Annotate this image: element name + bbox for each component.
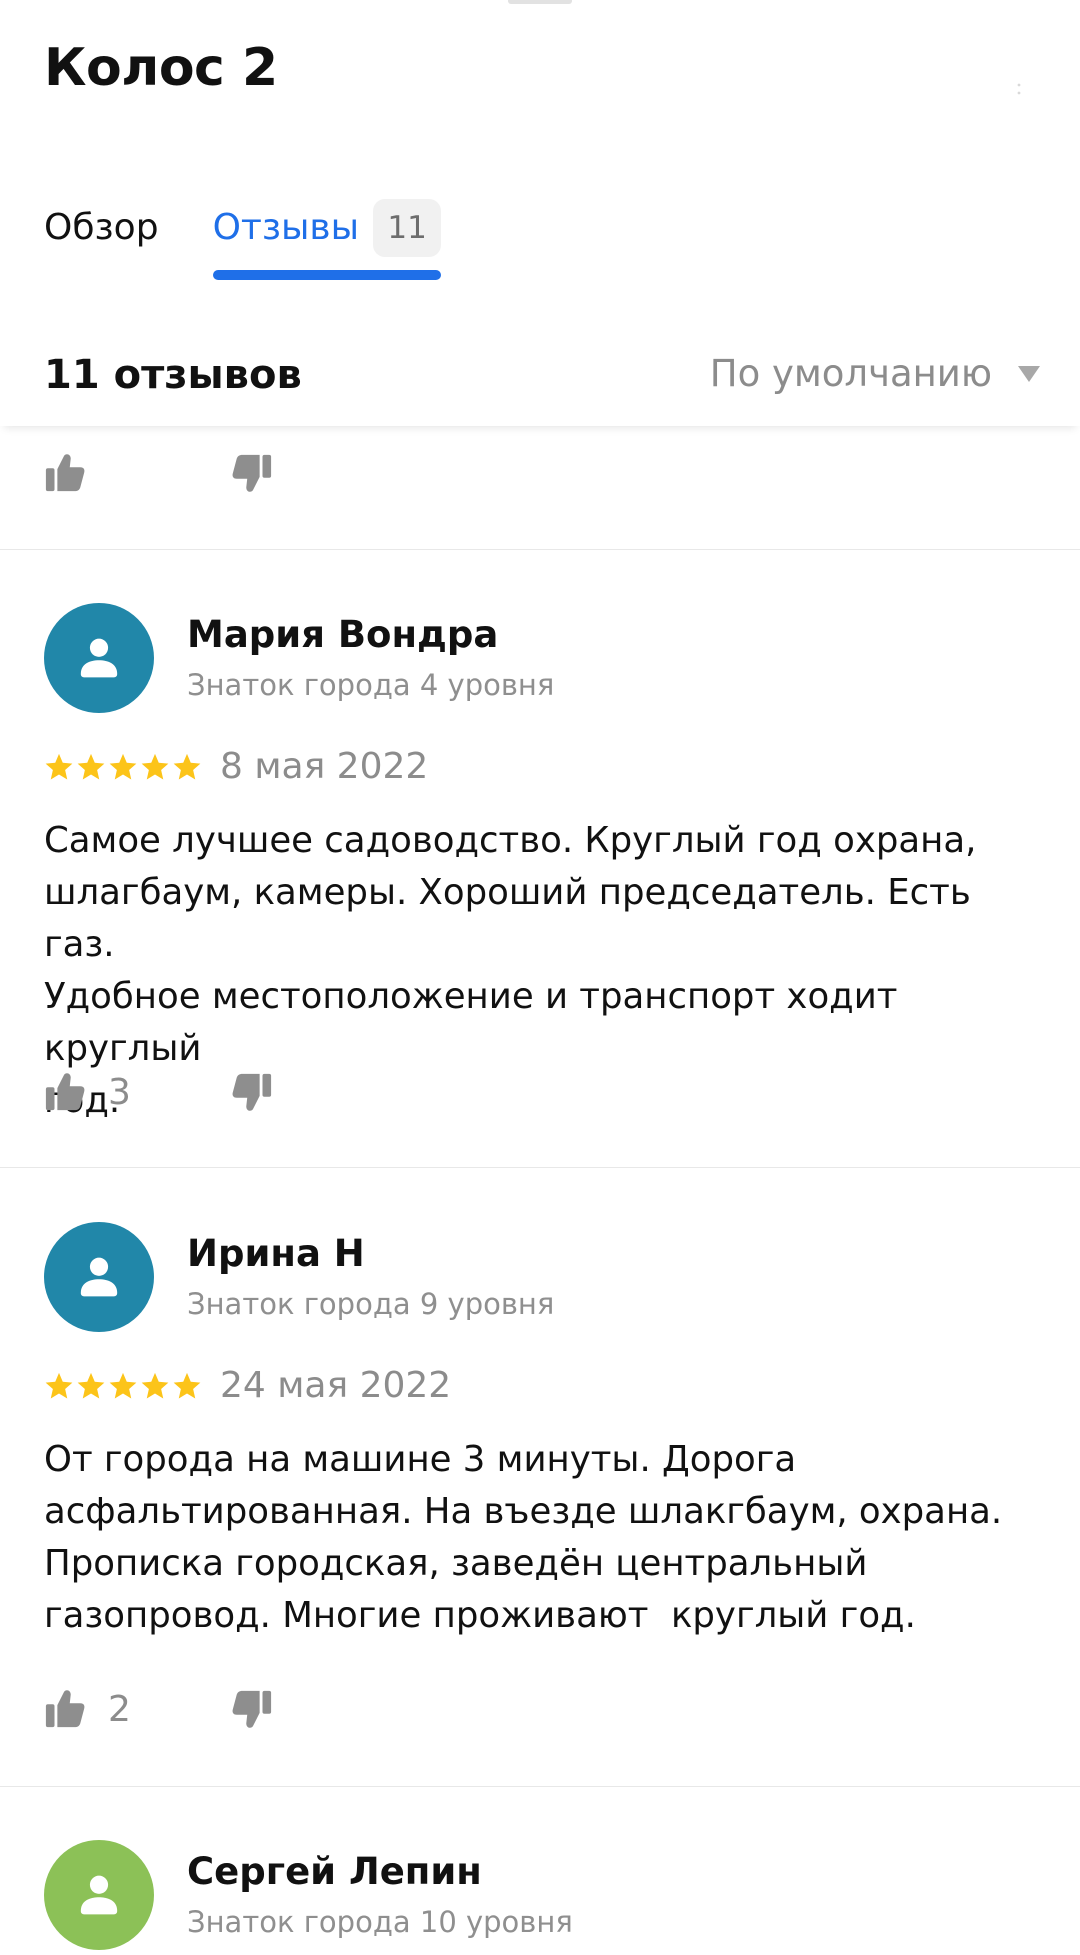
review-votes: 3	[44, 1068, 131, 1116]
like-button[interactable]: 3	[44, 1071, 131, 1113]
star-icon	[76, 752, 106, 782]
like-count: 3	[108, 1071, 131, 1113]
avatar[interactable]	[44, 1840, 154, 1950]
rating-stars	[44, 752, 204, 782]
reviews-sort-bar: 11 отзывов По умолчанию	[0, 340, 1080, 426]
more-icon[interactable]	[1010, 80, 1028, 98]
thumb-down-icon	[231, 1688, 273, 1730]
active-tab-indicator	[212, 270, 442, 280]
tabs: Обзор Отзывы 11	[44, 196, 442, 280]
star-icon	[172, 752, 202, 782]
rating-stars	[44, 1371, 204, 1401]
review-author-level: Знаток города 4 уровня	[187, 668, 555, 702]
review-rating: 8 мая 2022	[44, 746, 428, 787]
thumb-up-icon	[44, 1688, 86, 1730]
divider	[0, 1167, 1080, 1168]
like-count: 2	[108, 1688, 131, 1730]
star-icon	[108, 752, 138, 782]
sort-dropdown-label: По умолчанию	[709, 352, 992, 395]
divider	[0, 1786, 1080, 1787]
sort-dropdown[interactable]: По умолчанию	[710, 352, 1040, 395]
like-button[interactable]	[44, 452, 86, 494]
previous-review-votes	[44, 449, 86, 497]
review-author-level: Знаток города 10 уровня	[187, 1905, 573, 1939]
thumb-down-icon	[231, 452, 273, 494]
dislike-button[interactable]	[231, 452, 273, 494]
review-date: 8 мая 2022	[220, 746, 429, 787]
user-icon	[74, 1252, 124, 1302]
review-author-name[interactable]: Ирина Н	[187, 1232, 365, 1275]
sheet-drag-handle[interactable]	[508, 0, 572, 4]
review-author-level: Знаток города 9 уровня	[187, 1287, 555, 1321]
review-text: От города на машине 3 минуты. Дорога асф…	[44, 1439, 1003, 1636]
star-icon	[108, 1371, 138, 1401]
tab-reviews[interactable]: Отзывы 11	[212, 196, 442, 280]
star-icon	[140, 752, 170, 782]
place-title: Колос 2	[44, 38, 278, 98]
thumb-up-icon	[44, 1071, 86, 1113]
review-author-name[interactable]: Мария Вондра	[187, 613, 498, 656]
tab-reviews-label: Отзывы	[212, 207, 360, 248]
star-icon	[44, 1371, 74, 1401]
user-icon	[74, 1870, 124, 1920]
user-icon	[74, 633, 124, 683]
thumb-down-icon	[231, 1071, 273, 1113]
review-votes: 2	[44, 1685, 131, 1733]
star-icon	[172, 1371, 202, 1401]
review-date: 24 мая 2022	[220, 1365, 452, 1406]
chevron-down-icon	[1018, 365, 1040, 382]
star-icon	[44, 752, 74, 782]
star-icon	[140, 1371, 170, 1401]
review-rating: 24 мая 2022	[44, 1365, 451, 1406]
like-button[interactable]: 2	[44, 1688, 131, 1730]
dislike-button[interactable]	[231, 1071, 273, 1113]
divider	[0, 549, 1080, 550]
tab-overview-label: Обзор	[44, 207, 159, 248]
review-author-name[interactable]: Сергей Лепин	[187, 1850, 482, 1893]
tab-overview[interactable]: Обзор	[44, 196, 159, 260]
avatar[interactable]	[44, 1222, 154, 1332]
tab-reviews-count-badge: 11	[373, 199, 442, 257]
reviews-count: 11 отзывов	[44, 352, 302, 398]
star-icon	[76, 1371, 106, 1401]
review-text: Самое лучшее садоводство. Круглый год ох…	[44, 820, 977, 1121]
thumb-up-icon	[44, 452, 86, 494]
dislike-button[interactable]	[231, 1688, 273, 1730]
avatar[interactable]	[44, 603, 154, 713]
